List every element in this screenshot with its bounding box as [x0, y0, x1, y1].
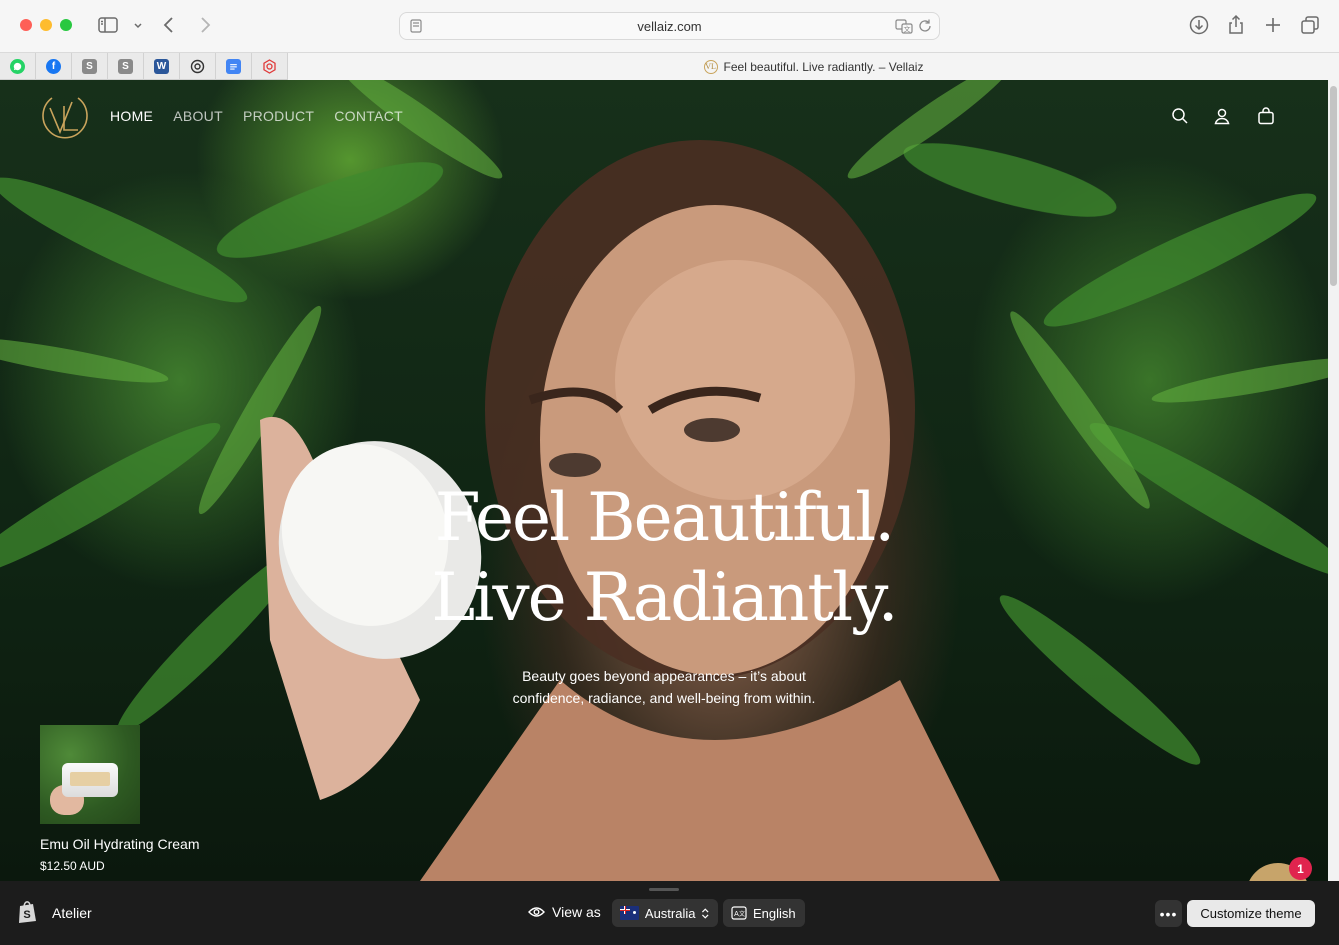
tab-bar: f S S W VL Feel beautiful. Live radiantl… [0, 52, 1339, 80]
australia-flag-icon [620, 906, 639, 920]
s-app-icon: S [82, 59, 97, 74]
eye-icon [528, 907, 545, 917]
svg-text:文: 文 [739, 910, 745, 918]
nav-contact[interactable]: CONTACT [334, 108, 403, 124]
share-icon[interactable] [1225, 14, 1247, 36]
address-bar[interactable]: vellaiz.com 文 [399, 12, 940, 40]
language-selector[interactable]: A文 English [723, 899, 805, 927]
hero-headline-line1: Feel Beautiful. [434, 479, 895, 556]
pinned-tab-extension[interactable] [252, 53, 288, 80]
theme-name: Atelier [52, 905, 92, 921]
product-label-shape [70, 772, 110, 786]
pinned-tab-word[interactable]: W [144, 53, 180, 80]
shopify-bag-icon: S [19, 901, 36, 923]
forward-icon[interactable] [194, 14, 216, 36]
extension-icon [262, 59, 277, 74]
close-window-button[interactable] [20, 19, 32, 31]
site-favicon: VL [703, 59, 718, 74]
svg-text:S: S [23, 909, 30, 921]
main-nav: HOME ABOUT PRODUCT CONTACT [110, 108, 403, 124]
featured-product-image[interactable] [40, 725, 140, 824]
pinned-tab-facebook[interactable]: f [36, 53, 72, 80]
docs-icon [226, 59, 241, 74]
scrollbar-thumb[interactable] [1330, 86, 1337, 286]
search-icon[interactable] [1170, 106, 1190, 126]
new-tab-icon[interactable] [1262, 14, 1284, 36]
whatsapp-icon [10, 59, 25, 74]
tab-overview-icon[interactable] [1299, 14, 1321, 36]
pinned-tab-whatsapp[interactable] [0, 53, 36, 80]
nav-about[interactable]: ABOUT [173, 108, 223, 124]
active-tab[interactable]: VL Feel beautiful. Live radiantly. – Vel… [288, 53, 1339, 80]
theme-preview-bar: S Atelier View as Australia A文 English •… [0, 881, 1339, 945]
s-app-icon: S [118, 59, 133, 74]
country-selector[interactable]: Australia [612, 899, 718, 927]
featured-product-price: $12.50 AUD [40, 859, 105, 873]
word-icon: W [154, 59, 169, 74]
featured-product-name[interactable]: Emu Oil Hydrating Cream [40, 836, 200, 852]
minimize-window-button[interactable] [40, 19, 52, 31]
hero-section: HOME ABOUT PRODUCT CONTACT Feel Beautifu… [0, 80, 1328, 881]
cart-icon[interactable] [1256, 106, 1276, 126]
view-as-text: View as [552, 904, 601, 920]
hero-subtext-line2: confidence, radiance, and well-being fro… [512, 690, 816, 706]
pinned-tab-docs[interactable] [216, 53, 252, 80]
browser-window: vellaiz.com 文 f S S W VL Feel beautiful.… [0, 0, 1339, 945]
nav-product[interactable]: PRODUCT [243, 108, 314, 124]
vellaiz-logo[interactable] [40, 92, 90, 142]
browser-toolbar: vellaiz.com 文 [0, 0, 1339, 52]
drag-handle[interactable] [649, 888, 679, 891]
svg-text:文: 文 [904, 25, 911, 34]
pinned-tab-openai[interactable] [180, 53, 216, 80]
url-text: vellaiz.com [637, 19, 702, 34]
nav-home[interactable]: HOME [110, 108, 153, 124]
pinned-tab-s-app[interactable]: S [72, 53, 108, 80]
pinned-tab-s-app-2[interactable]: S [108, 53, 144, 80]
zoom-window-button[interactable] [60, 19, 72, 31]
more-options-button[interactable]: ••• [1155, 900, 1182, 927]
chat-notification-badge: 1 [1289, 857, 1312, 880]
updown-chevron-icon [702, 907, 710, 919]
hero-headline-line2: Live Radiantly. [431, 559, 898, 636]
active-tab-title: Feel beautiful. Live radiantly. – Vellai… [723, 59, 924, 74]
facebook-icon: f [46, 59, 61, 74]
view-as-label: View as [528, 904, 601, 920]
back-icon[interactable] [158, 14, 180, 36]
customize-theme-button[interactable]: Customize theme [1187, 900, 1315, 927]
translate-icon[interactable]: 文 [895, 18, 913, 34]
hero-subtext-line1: Beauty goes beyond appearances – it’s ab… [522, 668, 806, 684]
downloads-icon[interactable] [1188, 14, 1210, 36]
chevron-down-icon[interactable] [127, 14, 142, 36]
account-icon[interactable] [1212, 106, 1232, 126]
page-scrollbar[interactable] [1328, 80, 1339, 881]
language-value: English [753, 905, 796, 921]
sidebar-toggle-icon[interactable] [97, 14, 119, 36]
country-value: Australia [644, 905, 696, 921]
openai-icon [190, 59, 205, 74]
reload-icon[interactable] [917, 18, 933, 34]
language-icon: A文 [731, 906, 747, 920]
